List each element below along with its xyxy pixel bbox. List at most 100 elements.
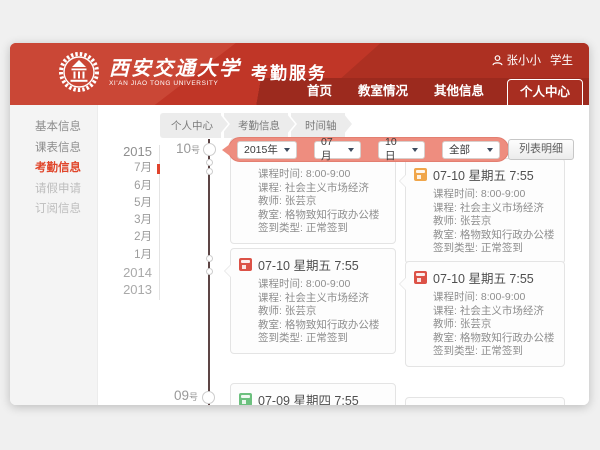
field-label: 课程时间: [433, 291, 478, 303]
field-row: 教室:格物致知行政办公楼 [433, 229, 556, 243]
sidebar-item-attendance[interactable]: 考勤信息 [10, 158, 97, 179]
field-row: 课程:社会主义市场经济 [433, 305, 556, 319]
attendance-card: 07-10 星期五 7:55 课程时间:8:00-9:00 课程:社会主义市场经… [405, 158, 565, 264]
list-detail-button[interactable]: 列表明细 [508, 139, 574, 160]
person-icon [492, 55, 503, 66]
card-date: 07-09 星期四 7:55 [258, 390, 359, 405]
field-label: 教师: [433, 318, 457, 330]
sidebar-item-leave-request[interactable]: 请假申请 [10, 179, 97, 200]
field-value: 8:00-9:00 [481, 291, 525, 303]
field-label: 签到类型: [433, 345, 478, 357]
field-label: 课程: [433, 305, 457, 317]
calendar-icon [239, 393, 252, 405]
timeline-year-month-nav: 2015 7月 6月 5月 3月 2月 1月 2014 2013 [98, 143, 152, 299]
field-value: 张芸京 [460, 318, 492, 330]
field-label: 教师: [258, 195, 282, 207]
field-label: 课程: [258, 182, 282, 194]
field-value: 8:00-9:00 [306, 168, 350, 180]
field-label: 教室: [258, 319, 282, 331]
year-select-value: 2015年 [244, 142, 278, 157]
card-date: 07-10 星期五 7:55 [433, 165, 534, 184]
calendar-icon [239, 258, 252, 271]
field-row: 签到类型:正常签到 [258, 222, 387, 236]
card-header: 07-09 星期四 7:55 [406, 398, 564, 405]
date-filter-bar: 2015年 07月 10日 全部 [228, 137, 509, 162]
calendar-icon [414, 271, 427, 284]
year-select[interactable]: 2015年 [237, 141, 297, 159]
month-select[interactable]: 07月 [314, 141, 361, 159]
day-number: 09 [174, 388, 189, 403]
timeline-nav-june[interactable]: 6月 [98, 178, 152, 195]
nav-classrooms[interactable]: 教室情况 [345, 78, 421, 105]
field-label: 签到类型: [258, 222, 303, 234]
sidebar-item-schedule[interactable]: 课表信息 [10, 138, 97, 159]
university-seal-icon [58, 51, 100, 93]
breadcrumb-personal-center[interactable]: 个人中心 [160, 113, 221, 138]
card-body: 课程时间:8:00-9:00 课程:社会主义市场经济 教师:张芸京 教室:格物致… [406, 186, 564, 263]
nav-other-info[interactable]: 其他信息 [421, 78, 497, 105]
nav-personal-center[interactable]: 个人中心 [507, 79, 583, 105]
field-value: 正常签到 [481, 242, 523, 254]
main-nav: 首页 教室情况 其他信息 个人中心 [294, 78, 583, 105]
field-row: 课程:社会主义市场经济 [258, 292, 387, 306]
timeline-nav-march[interactable]: 3月 [98, 212, 152, 229]
field-label: 教室: [433, 332, 457, 344]
card-header: 07-09 星期四 7:55 [231, 384, 395, 405]
breadcrumb-attendance[interactable]: 考勤信息 [224, 113, 288, 138]
timeline-node [206, 168, 213, 175]
current-month-marker [157, 164, 160, 174]
field-row: 教师:张芸京 [433, 318, 556, 332]
university-name-en: XI'AN JIAO TONG UNIVERSITY [109, 80, 241, 87]
field-label: 教师: [433, 215, 457, 227]
field-value: 社会主义市场经济 [460, 305, 544, 317]
user-info[interactable]: 张小小 学生 [492, 52, 574, 68]
field-row: 教师:张芸京 [258, 195, 387, 209]
category-select[interactable]: 全部 [442, 141, 500, 159]
field-row: 教师:张芸京 [433, 215, 556, 229]
field-value: 8:00-9:00 [306, 278, 350, 290]
field-row: 教师:张芸京 [258, 305, 387, 319]
card-body: 课程时间:8:00-9:00 课程:社会主义市场经济 教师:张芸京 教室:格物致… [406, 289, 564, 366]
field-row: 课程时间:8:00-9:00 [433, 188, 556, 202]
card-header: 07-10 星期五 7:55 [406, 159, 564, 186]
card-date: 07-09 星期四 7:55 [433, 404, 534, 405]
timeline-nav-january[interactable]: 1月 [98, 247, 152, 264]
field-label: 课程: [433, 202, 457, 214]
field-label: 签到类型: [258, 332, 303, 344]
field-value: 社会主义市场经济 [460, 202, 544, 214]
user-role: 学生 [550, 52, 573, 68]
field-value: 社会主义市场经济 [285, 292, 369, 304]
timeline-nav-july[interactable]: 7月 [98, 160, 152, 177]
sidebar-item-subscription[interactable]: 订阅信息 [10, 199, 97, 220]
user-name: 张小小 [507, 52, 542, 68]
field-value: 格物致知行政办公楼 [285, 319, 380, 331]
timeline-nav-2014[interactable]: 2014 [98, 264, 152, 281]
field-value: 格物致知行政办公楼 [285, 209, 380, 221]
breadcrumb: 个人中心 考勤信息 时间轴 [160, 113, 348, 138]
timeline-nav-2015[interactable]: 2015 [98, 143, 152, 160]
field-label: 课程时间: [433, 188, 478, 200]
timeline-node [206, 268, 213, 275]
field-label: 课程: [258, 292, 282, 304]
field-value: 张芸京 [285, 305, 317, 317]
timeline-nav-may[interactable]: 5月 [98, 195, 152, 212]
timeline-node-day10[interactable] [203, 143, 216, 156]
day-select-value: 10日 [385, 136, 406, 163]
timeline-nav-2013[interactable]: 2013 [98, 281, 152, 298]
timeline-node-day09[interactable] [202, 391, 215, 404]
day-select[interactable]: 10日 [378, 141, 425, 159]
sidebar-item-basic-info[interactable]: 基本信息 [10, 117, 97, 138]
calendar-icon [414, 168, 427, 181]
university-name-block: 西安交通大学 XI'AN JIAO TONG UNIVERSITY [109, 57, 241, 87]
university-name-cn: 西安交通大学 [109, 57, 241, 79]
category-select-value: 全部 [449, 142, 470, 157]
chevron-down-icon [487, 148, 493, 152]
timeline-nav-february[interactable]: 2月 [98, 229, 152, 246]
page-body: 基本信息 课表信息 考勤信息 请假申请 订阅信息 个人中心 考勤信息 时间轴 2… [10, 105, 589, 405]
nav-home[interactable]: 首页 [294, 78, 345, 105]
card-header: 07-10 星期五 7:55 [231, 249, 395, 276]
field-row: 课程时间:8:00-9:00 [433, 291, 556, 305]
day-unit: 号 [191, 145, 200, 155]
field-value: 社会主义市场经济 [285, 182, 369, 194]
timeline-node [206, 159, 213, 166]
